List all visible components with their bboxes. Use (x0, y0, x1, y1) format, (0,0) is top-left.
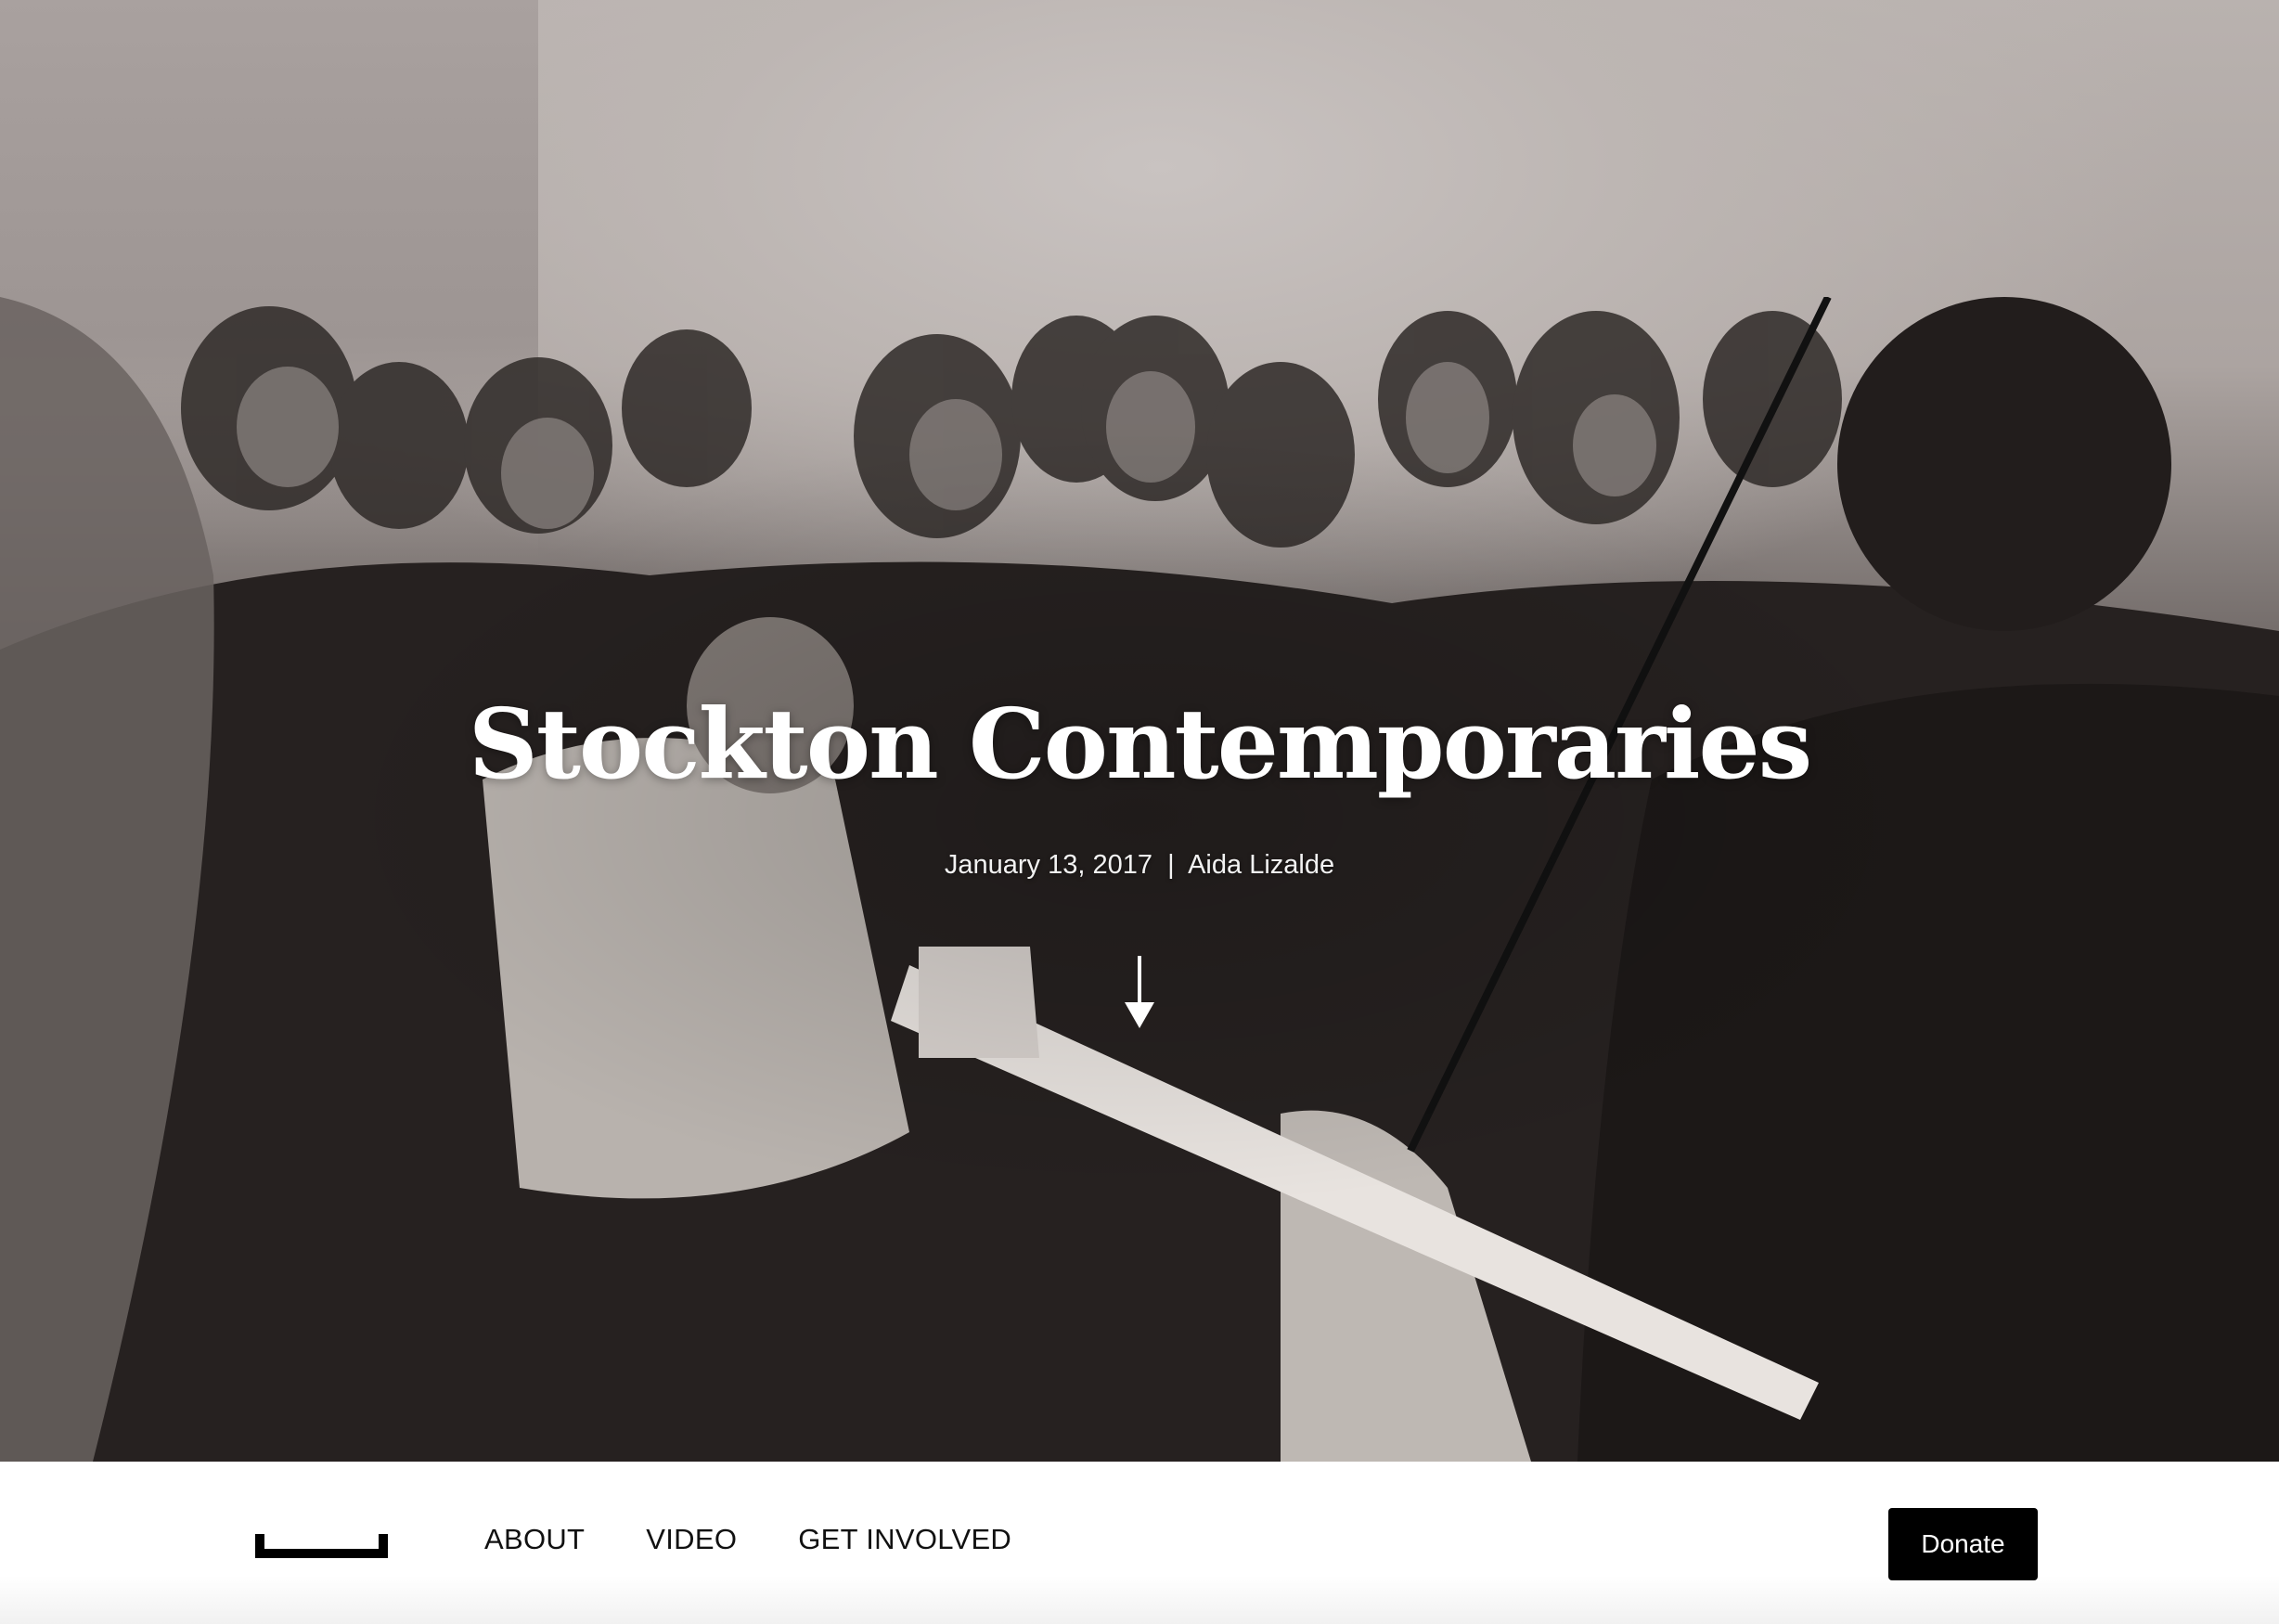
donate-button[interactable]: Donate (1888, 1508, 2038, 1580)
bracket-logo-icon[interactable] (255, 1534, 388, 1558)
meta-separator: | (1167, 850, 1175, 880)
nav-link-get-involved[interactable]: GET INVOLVED (798, 1523, 1011, 1556)
post-author[interactable]: Aida Lizalde (1188, 850, 1334, 880)
page-title: Stockton Contemporaries (468, 687, 1812, 801)
nav-links: ABOUT VIDEO GET INVOLVED (484, 1523, 1073, 1556)
hero-section: Stockton Contemporaries January 13, 2017… (0, 0, 2279, 1462)
post-date: January 13, 2017 (944, 850, 1153, 880)
nav-link-video[interactable]: VIDEO (646, 1523, 737, 1556)
down-arrow-icon[interactable] (1121, 956, 1158, 1030)
bottom-nav-bar: ABOUT VIDEO GET INVOLVED Donate (0, 1462, 2279, 1624)
post-meta: January 13, 2017 | Aida Lizalde (0, 850, 2279, 881)
nav-link-about[interactable]: ABOUT (484, 1523, 585, 1556)
